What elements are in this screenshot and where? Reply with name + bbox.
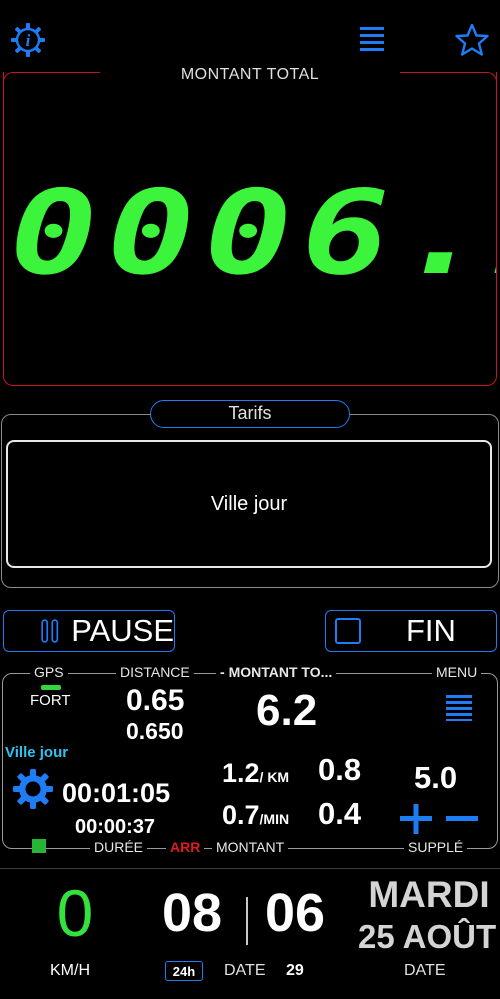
gps-strength-value: FORT xyxy=(30,692,71,709)
rate-km-value: 1.2 xyxy=(222,758,260,788)
rate-min-unit: /MIN xyxy=(259,811,290,827)
pause-icon xyxy=(41,619,59,643)
clock-hours: 08 xyxy=(162,883,223,943)
fin-label: FIN xyxy=(406,613,456,648)
plus-icon xyxy=(400,804,432,834)
footer-divider xyxy=(0,868,500,869)
supplement-label: SUPPLÉ xyxy=(404,839,468,855)
menu-icon xyxy=(360,27,384,51)
speed-value: 0 xyxy=(56,876,94,950)
montant-total-label: - MONTANT TO... xyxy=(216,664,337,680)
date-label-right: DATE xyxy=(404,962,446,979)
tarifs-title: Tarifs xyxy=(150,400,350,428)
favorite-button[interactable] xyxy=(454,22,490,58)
distance-label: DISTANCE xyxy=(116,664,194,680)
rate-min-value: 0.7 xyxy=(222,800,260,830)
distance-main: 0.65 xyxy=(126,684,185,717)
meter-frame-corner-right xyxy=(400,72,497,84)
pause-button[interactable]: PAUSE xyxy=(3,610,175,652)
tarif-selector[interactable]: Ville jour xyxy=(6,440,492,568)
menu-button[interactable] xyxy=(358,25,386,55)
menu-icon xyxy=(446,695,472,721)
duration-detail: 00:00:37 xyxy=(75,816,156,838)
montant-total-value: 6.2 xyxy=(256,686,318,735)
gear-icon xyxy=(13,769,53,809)
supplement-value: 5.0 xyxy=(414,760,458,795)
star-icon xyxy=(455,23,489,56)
supplement-add-button[interactable] xyxy=(398,804,434,834)
dashboard-menu-button[interactable] xyxy=(444,692,474,722)
rate-km: 1.2/ KM xyxy=(222,758,289,789)
meter-title: MONTANT TOTAL xyxy=(180,66,320,83)
meter-amount: 0006.21 xyxy=(10,166,496,301)
clock-minutes: 06 xyxy=(265,883,326,943)
rate-min: 0.7/MIN xyxy=(222,800,289,831)
weekday: MARDI xyxy=(368,874,490,915)
gps-strength-bar xyxy=(41,685,61,690)
svg-text:i: i xyxy=(26,31,31,50)
clock-separator xyxy=(246,897,248,945)
speed-unit: KM/H xyxy=(50,962,90,979)
stop-icon xyxy=(335,618,361,644)
gps-label: GPS xyxy=(30,664,68,680)
date-text: 25 AOÛT xyxy=(358,918,497,955)
tariff-name: Ville jour xyxy=(5,744,69,761)
day-number: 29 xyxy=(286,962,304,979)
montant-total-label-text: MONTANT TO... xyxy=(228,664,333,680)
time-format-toggle[interactable]: 24h xyxy=(165,961,203,981)
menu-label: MENU xyxy=(432,664,482,680)
gear-info-icon: i xyxy=(11,23,45,57)
status-indicator xyxy=(32,839,46,853)
time-format-label: 24h xyxy=(172,963,196,979)
minus-icon xyxy=(446,816,478,821)
rate-min-amount: 0.4 xyxy=(318,796,362,831)
montant-bottom-label: MONTANT xyxy=(212,839,289,855)
rate-km-amount: 0.8 xyxy=(318,752,362,787)
meter-frame-corner-left xyxy=(3,72,100,84)
duree-label: DURÉE xyxy=(90,839,148,855)
rate-km-unit: / KM xyxy=(259,769,290,785)
meter-amount-clip: 0006.21 xyxy=(4,100,496,380)
info-settings-button[interactable]: i xyxy=(10,22,46,58)
tariff-settings-button[interactable] xyxy=(12,768,54,810)
tarif-selected-label: Ville jour xyxy=(210,492,288,515)
duration-main: 00:01:05 xyxy=(62,778,171,808)
date-label: DATE xyxy=(224,962,266,979)
distance-detail: 0.650 xyxy=(126,718,184,744)
pause-label: PAUSE xyxy=(71,613,174,648)
arr-label: ARR xyxy=(166,839,205,855)
fin-button[interactable]: FIN xyxy=(325,610,497,652)
supplement-remove-button[interactable] xyxy=(444,804,480,834)
